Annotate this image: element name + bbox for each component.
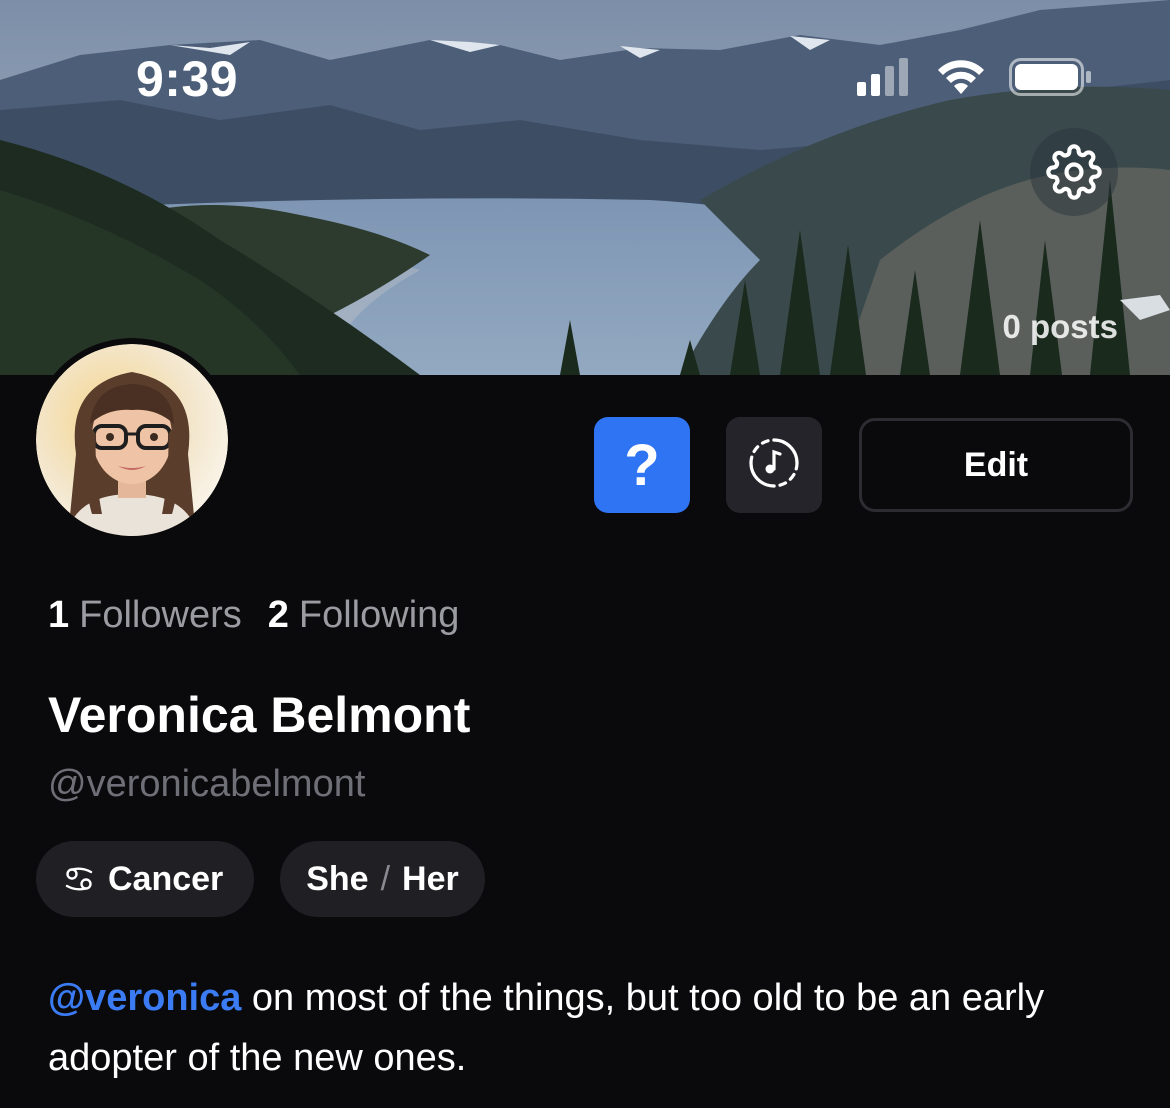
battery-icon — [1009, 58, 1093, 98]
help-button[interactable]: ? — [594, 417, 690, 513]
profile-banner[interactable]: 9:39 0 posts — [0, 0, 1170, 375]
following-count: 2 — [267, 594, 289, 636]
cellular-signal-icon — [857, 58, 915, 96]
music-button[interactable] — [726, 417, 822, 513]
wifi-icon — [934, 56, 988, 96]
pronoun-object: Her — [402, 859, 459, 898]
pronouns-chip[interactable]: She / Her — [280, 841, 485, 917]
following-stat[interactable]: 2 Following — [268, 594, 460, 637]
posts-count: 0 posts — [1002, 308, 1118, 345]
following-label: Following — [298, 594, 460, 636]
edit-profile-button[interactable]: Edit — [859, 418, 1133, 512]
pronoun-subject: She — [306, 859, 369, 898]
zodiac-label: Cancer — [108, 859, 224, 898]
status-time: 9:39 — [136, 51, 239, 107]
profile-screen: 9:39 0 posts ? Edit 1 Followers 2 Follow… — [0, 0, 1170, 1108]
music-note-icon — [748, 437, 800, 494]
display-name: Veronica Belmont — [48, 687, 471, 743]
gear-icon — [1046, 144, 1102, 200]
profile-bio: @veronica on most of the things, but too… — [48, 968, 1128, 1088]
bio-mention-link[interactable]: @veronica — [48, 977, 241, 1019]
followers-count: 1 — [48, 594, 70, 636]
followers-label: Followers — [79, 594, 242, 636]
cancer-zodiac-icon — [64, 866, 94, 892]
follow-stats: 1 Followers 2 Following — [48, 594, 459, 637]
followers-stat[interactable]: 1 Followers — [48, 594, 242, 637]
zodiac-chip[interactable]: Cancer — [36, 841, 254, 917]
avatar[interactable] — [30, 338, 234, 542]
settings-button[interactable] — [1030, 128, 1118, 216]
pronoun-separator: / — [380, 859, 391, 898]
user-handle: @veronicabelmont — [48, 763, 366, 805]
